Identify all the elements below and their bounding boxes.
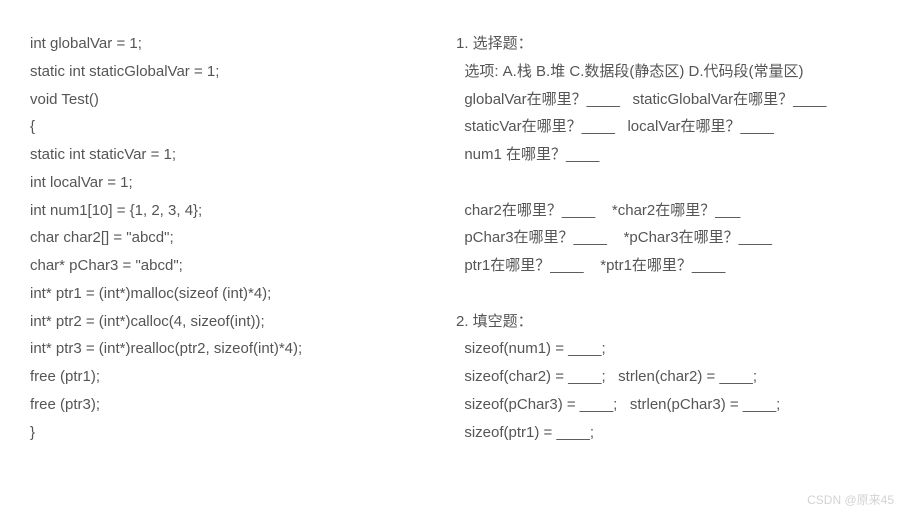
question-line: globalVar在哪里？____ staticGlobalVar在哪里？___… xyxy=(456,86,884,114)
question-line: char2在哪里？____ *char2在哪里？___ xyxy=(456,197,884,225)
question-line: num1 在哪里？____ xyxy=(456,141,884,169)
code-line: } xyxy=(30,419,430,447)
question-line: sizeof(char2) = ____; strlen(char2) = __… xyxy=(456,363,884,391)
section-heading-2: 2. 填空题： xyxy=(456,308,884,336)
question-column: 1. 选择题： 选项: A.栈 B.堆 C.数据段(静态区) D.代码段(常量区… xyxy=(450,30,884,446)
code-line: int* ptr1 = (int*)malloc(sizeof (int)*4)… xyxy=(30,280,430,308)
question-line: sizeof(num1) = ____; xyxy=(456,335,884,363)
code-line: void Test() xyxy=(30,86,430,114)
code-line: char char2[] = "abcd"; xyxy=(30,224,430,252)
blank-line xyxy=(456,169,884,197)
question-line: ptr1在哪里？____ *ptr1在哪里？____ xyxy=(456,252,884,280)
question-line: pChar3在哪里？____ *pChar3在哪里？____ xyxy=(456,224,884,252)
code-line: int globalVar = 1; xyxy=(30,30,430,58)
watermark: CSDN @原来45 xyxy=(807,491,894,508)
code-column: int globalVar = 1; static int staticGlob… xyxy=(30,30,430,446)
code-line: { xyxy=(30,113,430,141)
section-heading-1: 1. 选择题： xyxy=(456,30,884,58)
code-line: int* ptr2 = (int*)calloc(4, sizeof(int))… xyxy=(30,308,430,336)
code-line: char* pChar3 = "abcd"; xyxy=(30,252,430,280)
question-line: staticVar在哪里？____ localVar在哪里？____ xyxy=(456,113,884,141)
question-line: sizeof(pChar3) = ____; strlen(pChar3) = … xyxy=(456,391,884,419)
code-line: free (ptr1); xyxy=(30,363,430,391)
code-line: static int staticVar = 1; xyxy=(30,141,430,169)
code-line: free (ptr3); xyxy=(30,391,430,419)
options-line: 选项: A.栈 B.堆 C.数据段(静态区) D.代码段(常量区) xyxy=(456,58,884,86)
question-line: sizeof(ptr1) = ____; xyxy=(456,419,884,447)
content-root: int globalVar = 1; static int staticGlob… xyxy=(0,0,904,446)
code-line: static int staticGlobalVar = 1; xyxy=(30,58,430,86)
blank-line xyxy=(456,280,884,308)
code-line: int localVar = 1; xyxy=(30,169,430,197)
code-line: int num1[10] = {1, 2, 3, 4}; xyxy=(30,197,430,225)
code-line: int* ptr3 = (int*)realloc(ptr2, sizeof(i… xyxy=(30,335,430,363)
